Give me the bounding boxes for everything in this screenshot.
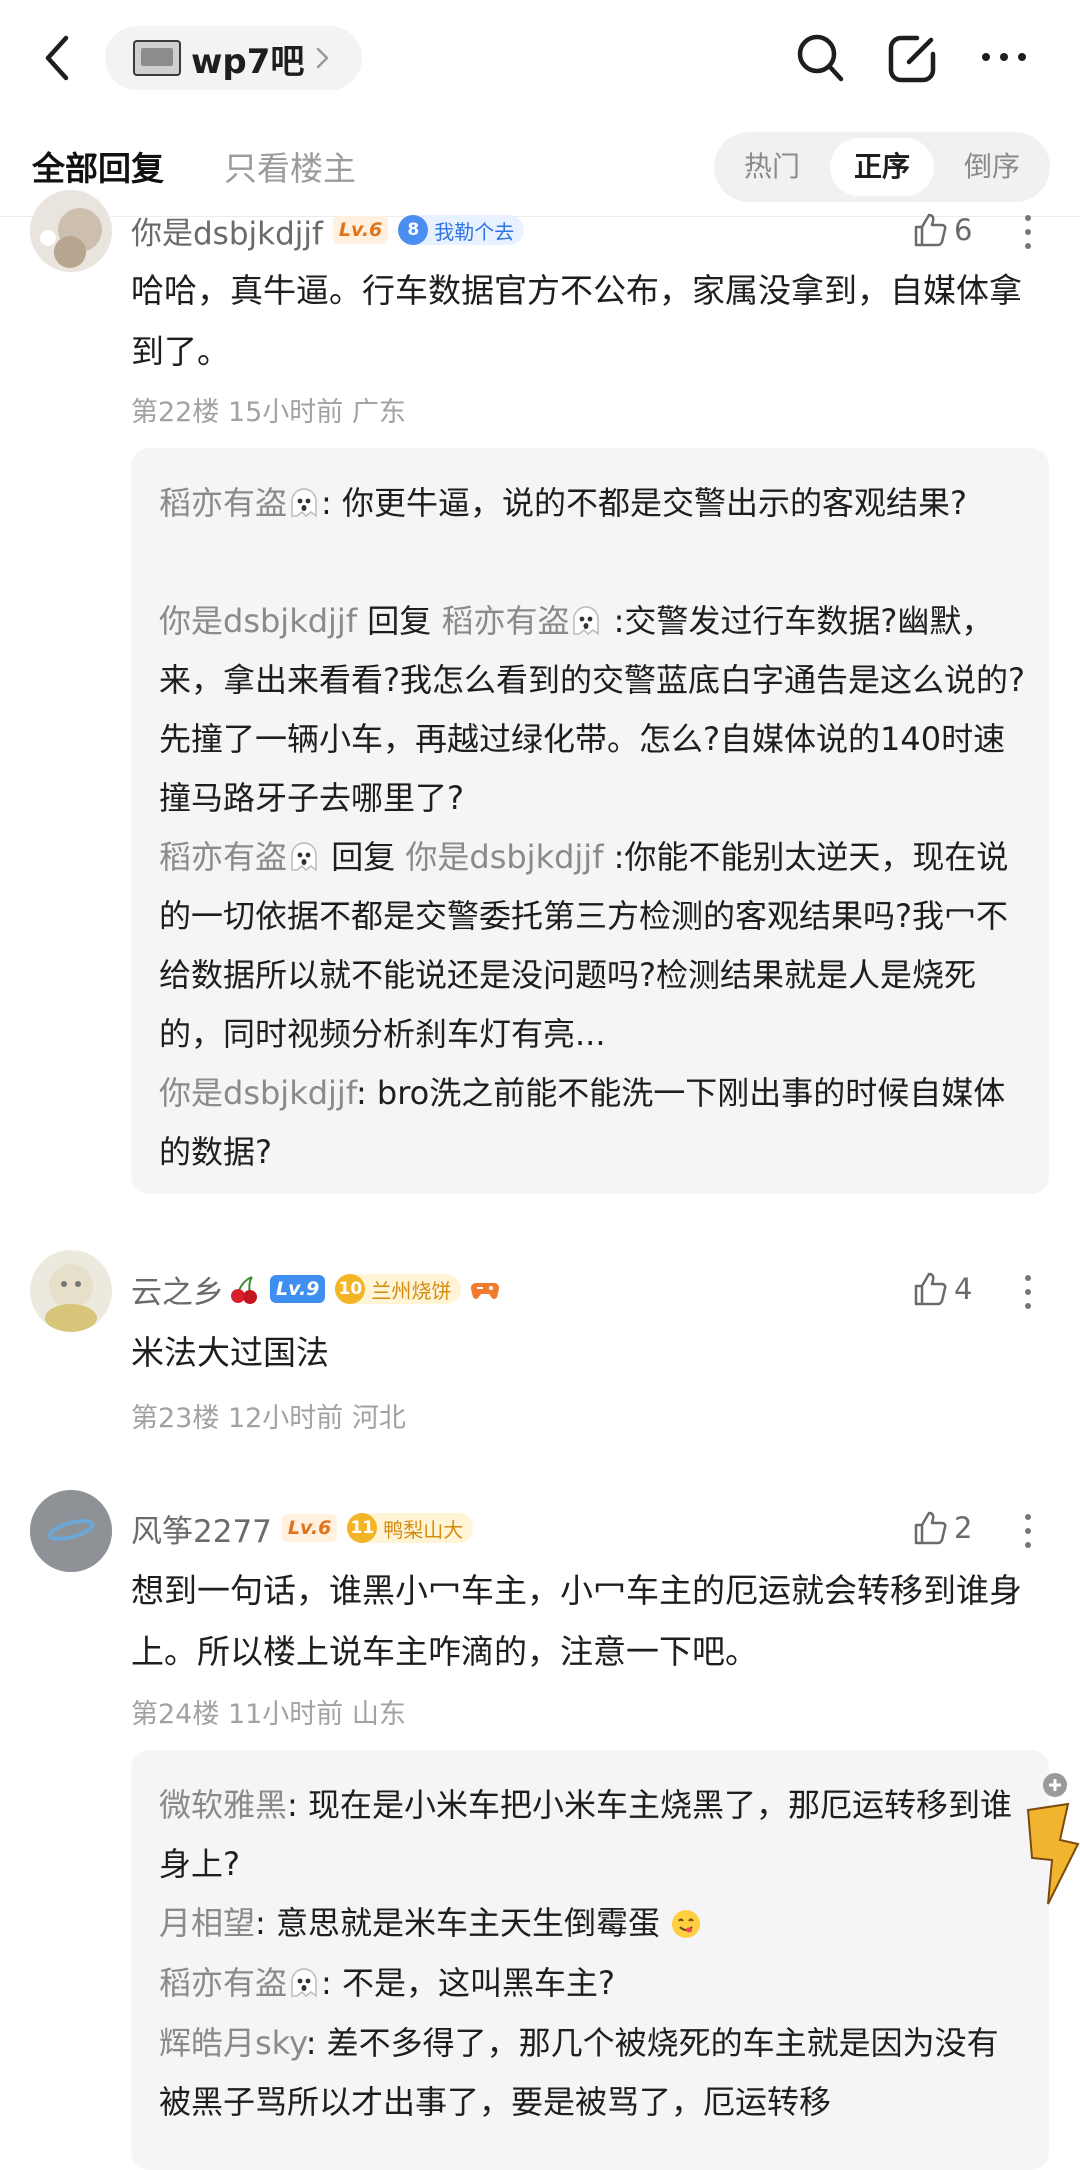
fan-badge: 11 鸭梨山大 bbox=[347, 1513, 474, 1543]
comment-text: 米法大过国法 bbox=[131, 1333, 329, 1372]
reply-text: 意思就是米车主天生倒霉蛋 bbox=[275, 1904, 660, 1942]
like-button[interactable]: 2 bbox=[912, 1506, 1022, 1550]
yum-emoji-icon bbox=[672, 1910, 701, 1938]
like-count: 6 bbox=[954, 213, 973, 247]
badge-number: 8 bbox=[398, 215, 429, 245]
ghost-emoji-icon bbox=[291, 1968, 317, 1998]
reply-text: 你更牛逼，说的不都是交警出示的客观结果? bbox=[341, 484, 967, 522]
comment-header: 风筝2277 Lv.6 11 鸭梨山大 bbox=[131, 1506, 474, 1551]
edit-icon[interactable] bbox=[887, 32, 939, 84]
more-options-icon[interactable] bbox=[1022, 1511, 1034, 1551]
reply-text: 不是，这叫黑车主? bbox=[341, 1964, 615, 2002]
avatar[interactable] bbox=[30, 190, 112, 272]
avatar[interactable] bbox=[30, 1250, 112, 1332]
like-button[interactable]: 6 bbox=[912, 208, 1022, 252]
comment-meta: 第24楼 11小时前 山东 bbox=[131, 1699, 406, 1730]
more-icon[interactable] bbox=[980, 44, 1028, 70]
colon: : bbox=[287, 1786, 298, 1824]
forum-chip[interactable]: wp7吧 bbox=[105, 26, 363, 90]
thumbs-up-icon bbox=[914, 213, 947, 247]
username[interactable]: 云之乡 bbox=[131, 1267, 224, 1312]
sticker-decoration-icon bbox=[1026, 1802, 1080, 1905]
reply-item[interactable]: 稻亦有盗: 你更牛逼，说的不都是交警出示的客观结果? bbox=[159, 474, 1025, 533]
fan-badge: 8 我勒个去 bbox=[398, 215, 525, 245]
reply-word: 回复 bbox=[331, 838, 396, 876]
reply-item[interactable]: 辉皓月sky: 差不多得了，那几个被烧死的车主就是因为没有被黑子骂所以才出事了，… bbox=[159, 2014, 1025, 2132]
add-circle-icon[interactable] bbox=[1040, 1770, 1070, 1800]
username[interactable]: 风筝2277 bbox=[131, 1506, 272, 1551]
badge-number: 11 bbox=[347, 1513, 378, 1543]
reply-thread[interactable]: 稻亦有盗: 你更牛逼，说的不都是交警出示的客观结果? 你是dsbjkdjjf 回… bbox=[131, 448, 1049, 1194]
comment-text: 想到一句话，谁黑小冖车主，小冖车主的厄运就会转移到谁身上。所以楼上说车主咋滴的，… bbox=[131, 1571, 1022, 1671]
reply-word: 回复 bbox=[367, 602, 432, 640]
like-count: 2 bbox=[954, 1511, 973, 1545]
like-count: 4 bbox=[954, 1272, 973, 1306]
reply-author[interactable]: 你是dsbjkdjjf bbox=[159, 1074, 356, 1112]
reply-author[interactable]: 月相望 bbox=[159, 1904, 255, 1942]
ghost-emoji-icon bbox=[291, 488, 317, 518]
reply-author[interactable]: 稻亦有盗 bbox=[159, 484, 287, 522]
sort-hot[interactable]: 热门 bbox=[720, 138, 824, 196]
sort-segment: 热门 正序 倒序 bbox=[714, 132, 1050, 202]
back-icon[interactable] bbox=[38, 30, 78, 86]
badge-label: 兰州烧饼 bbox=[371, 1278, 452, 1303]
ghost-emoji-icon bbox=[291, 842, 317, 872]
ghost-emoji-icon bbox=[573, 606, 600, 636]
cherry-emoji-icon bbox=[231, 1276, 257, 1304]
reply-item[interactable]: 你是dsbjkdjjf 回复 稻亦有盗 :交警发过行车数据?幽默，来，拿出来看看… bbox=[159, 592, 1025, 828]
colon: : bbox=[321, 1964, 332, 2002]
forum-name: wp7吧 bbox=[191, 41, 305, 82]
comment-meta: 第22楼 15小时前 广东 bbox=[131, 397, 406, 428]
fan-badge: 10 兰州烧饼 bbox=[335, 1274, 462, 1304]
comment-header: 你是dsbjkdjjf Lv.6 8 我勒个去 bbox=[131, 208, 525, 253]
reply-target[interactable]: 稻亦有盗 bbox=[441, 602, 569, 640]
badge-number: 10 bbox=[335, 1274, 366, 1304]
more-options-icon[interactable] bbox=[1022, 1272, 1034, 1312]
reply-author[interactable]: 你是dsbjkdjjf bbox=[159, 602, 357, 640]
level-badge: Lv.6 bbox=[281, 1514, 338, 1542]
colon: : bbox=[255, 1904, 266, 1942]
gamepad-icon bbox=[471, 1283, 500, 1299]
reply-author[interactable]: 辉皓月sky bbox=[159, 2024, 306, 2062]
comment-meta: 第23楼 12小时前 河北 bbox=[131, 1403, 406, 1434]
reply-item[interactable]: 稻亦有盗 回复 你是dsbjkdjjf :你能不能别太逆天，现在说的一切依据不都… bbox=[159, 828, 1025, 1064]
more-options-icon[interactable] bbox=[1022, 212, 1034, 252]
reply-thread[interactable]: 微软雅黑: 现在是小米车把小米车主烧黑了，那厄运转移到谁身上? 月相望: 意思就… bbox=[131, 1750, 1049, 2170]
reply-author[interactable]: 稻亦有盗 bbox=[159, 1964, 287, 2002]
badge-label: 鸭梨山大 bbox=[383, 1517, 464, 1542]
top-bar: wp7吧 bbox=[0, 0, 1080, 118]
forum-avatar bbox=[133, 40, 181, 76]
reply-item[interactable]: 月相望: 意思就是米车主天生倒霉蛋 bbox=[159, 1894, 1025, 1953]
thumbs-up-icon bbox=[914, 1272, 947, 1306]
reply-target[interactable]: 你是dsbjkdjjf bbox=[405, 838, 603, 876]
thumbs-up-icon bbox=[914, 1511, 947, 1545]
avatar[interactable] bbox=[30, 1490, 112, 1572]
colon: : bbox=[305, 2024, 317, 2062]
search-icon[interactable] bbox=[795, 32, 845, 84]
like-button[interactable]: 4 bbox=[912, 1267, 1022, 1311]
username[interactable]: 你是dsbjkdjjf bbox=[131, 208, 323, 253]
reply-author[interactable]: 微软雅黑 bbox=[159, 1786, 287, 1824]
chevron-right-icon bbox=[317, 47, 329, 69]
colon: : bbox=[355, 1074, 367, 1112]
sort-ascending[interactable]: 正序 bbox=[830, 138, 934, 196]
tab-op-only[interactable]: 只看楼主 bbox=[224, 142, 356, 190]
reply-item[interactable]: 你是dsbjkdjjf: bro洗之前能不能洗一下刚出事的时候自媒体的数据? bbox=[159, 1064, 1025, 1182]
sort-descending[interactable]: 倒序 bbox=[940, 138, 1044, 196]
level-badge: Lv.9 bbox=[270, 1275, 326, 1303]
tab-all-replies[interactable]: 全部回复 bbox=[32, 142, 164, 190]
colon: : bbox=[321, 484, 332, 522]
reply-tabs: 全部回复 只看楼主 热门 正序 倒序 bbox=[0, 118, 1080, 218]
comment-header: 云之乡 Lv.9 10 兰州烧饼 bbox=[131, 1267, 501, 1312]
level-badge: Lv.6 bbox=[332, 216, 389, 244]
reply-item[interactable]: 微软雅黑: 现在是小米车把小米车主烧黑了，那厄运转移到谁身上? bbox=[159, 1776, 1025, 1894]
badge-label: 我勒个去 bbox=[434, 219, 515, 244]
comment-text: 哈哈，真牛逼。行车数据官方不公布，家属没拿到，自媒体拿到了。 bbox=[131, 271, 1022, 371]
reply-item[interactable]: 稻亦有盗: 不是，这叫黑车主? bbox=[159, 1954, 1025, 2013]
reply-author[interactable]: 稻亦有盗 bbox=[159, 838, 287, 876]
